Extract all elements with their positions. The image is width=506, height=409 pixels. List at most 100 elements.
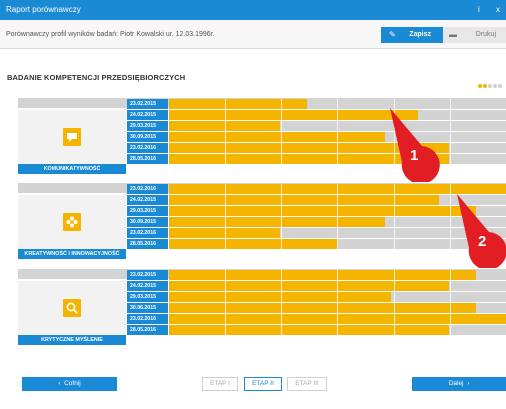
result-bar <box>169 270 476 280</box>
result-track <box>169 292 506 302</box>
header-bar: Porównawczy profil wyników badań: Piotr … <box>0 20 506 49</box>
result-bar <box>169 132 385 142</box>
scale-gridline <box>337 270 338 280</box>
result-row: 23.02.2015 <box>127 99 506 109</box>
next-button[interactable]: Dalej › <box>412 377 506 391</box>
result-date: 29.03.2015 <box>127 206 168 216</box>
tab-etap-3[interactable]: ETAP III <box>287 377 327 391</box>
tab-etap-2[interactable]: ETAP II <box>244 377 282 391</box>
result-bar <box>169 110 418 120</box>
result-bar <box>169 217 385 227</box>
scale-gridline <box>281 110 282 120</box>
scale-gridline <box>337 206 338 216</box>
scale-gridline <box>337 239 338 249</box>
flower-icon <box>63 213 81 231</box>
scale-gridline <box>450 228 451 238</box>
scale-gridline <box>450 154 451 164</box>
scale-gridline <box>394 239 395 249</box>
scale-gridline <box>450 143 451 153</box>
scale-gridline <box>450 270 451 280</box>
scale-gridline <box>450 303 451 313</box>
competency-icon-panel <box>18 281 126 335</box>
result-date: 23.02.2016 <box>127 184 168 194</box>
annotation-marker-1-label: 1 <box>410 147 419 164</box>
result-bar <box>169 292 391 302</box>
result-date: 23.02.2015 <box>127 270 168 280</box>
report-subtitle: Porównawczy profil wyników badań: Piotr … <box>6 31 215 38</box>
result-date: 28.05.2016 <box>127 325 168 335</box>
save-button[interactable]: ✎ Zapisz <box>381 27 443 43</box>
scale-gridline <box>394 281 395 291</box>
scale-gridline <box>450 281 451 291</box>
scale-gridline <box>450 292 451 302</box>
result-track <box>169 132 506 142</box>
tab-etap-1[interactable]: ETAP I <box>202 377 238 391</box>
scale-gridline <box>281 121 282 131</box>
result-row: 30.09.2015 <box>127 132 506 142</box>
scale-gridline <box>225 206 226 216</box>
scale-gridline <box>225 314 226 324</box>
result-date: 28.05.2016 <box>127 154 168 164</box>
result-date: 23.02.2015 <box>127 99 168 109</box>
window-title: Raport porównawczy <box>6 5 81 14</box>
result-row: 29.03.2015 <box>127 206 506 216</box>
scale-gridline <box>281 281 282 291</box>
magnifier-icon <box>63 299 81 317</box>
result-track <box>169 314 506 324</box>
scale-gridline <box>281 184 282 194</box>
printer-icon: ▬ <box>449 30 457 39</box>
scale-gridline <box>337 314 338 324</box>
scale-gridline <box>337 110 338 120</box>
result-date: 28.05.2016 <box>127 239 168 249</box>
result-row: 24.02.2015 <box>127 195 506 205</box>
competency-label: KREATYWNOŚĆ I INNOWACYJNOŚĆ <box>18 249 126 259</box>
close-icon[interactable]: x <box>496 0 500 20</box>
scale-gridline <box>394 325 395 335</box>
scale-gridline <box>281 195 282 205</box>
window-titlebar: Raport porównawczy i x <box>0 0 506 20</box>
scale-gridline <box>225 270 226 280</box>
result-row: 23.02.2016 <box>127 228 506 238</box>
speech-bubble-icon <box>63 128 81 146</box>
scale-gridline <box>225 292 226 302</box>
result-date: 30.06.2015 <box>127 303 168 313</box>
result-bar <box>169 99 307 109</box>
scale-gridline <box>450 325 451 335</box>
scale-gridline <box>281 325 282 335</box>
chevron-right-icon: › <box>467 380 470 387</box>
competency-label: KRYTYCZNE MYŚLENIE <box>18 335 126 345</box>
competency-label: KOMUNIKATYWNOŚĆ <box>18 164 126 174</box>
result-bar <box>169 325 449 335</box>
scale-gridline <box>337 195 338 205</box>
result-date: 29.03.2015 <box>127 121 168 131</box>
next-button-label: Dalej <box>448 380 464 387</box>
scale-gridline <box>394 270 395 280</box>
scale-gridline <box>225 143 226 153</box>
scale-gridline <box>225 228 226 238</box>
scale-gridline <box>225 281 226 291</box>
section-title: BADANIE KOMPETENCJI PRZEDSIĘBIORCZYCH <box>7 73 186 82</box>
scale-gridline <box>337 99 338 109</box>
scale-gridline <box>281 154 282 164</box>
result-track <box>169 110 506 120</box>
scale-gridline <box>450 314 451 324</box>
print-button-label: Drukuj <box>475 31 496 38</box>
scale-gridline <box>337 143 338 153</box>
scale-gridline <box>225 99 226 109</box>
scale-gridline <box>394 228 395 238</box>
result-row: 29.03.2015 <box>127 292 506 302</box>
scale-gridline <box>394 303 395 313</box>
result-date: 30.09.2015 <box>127 132 168 142</box>
result-date: 24.02.2015 <box>127 110 168 120</box>
result-track <box>169 121 506 131</box>
info-icon[interactable]: i <box>478 0 480 20</box>
back-button[interactable]: ‹ Cofnij <box>22 377 117 391</box>
print-button[interactable]: ▬ Drukuj <box>443 27 506 43</box>
scale-gridline <box>225 195 226 205</box>
back-button-label: Cofnij <box>64 380 81 387</box>
scale-gridline <box>394 206 395 216</box>
result-row: 28.05.2016 <box>127 154 506 164</box>
scale-gridline <box>225 154 226 164</box>
scale-gridline <box>281 314 282 324</box>
result-track <box>169 303 506 313</box>
